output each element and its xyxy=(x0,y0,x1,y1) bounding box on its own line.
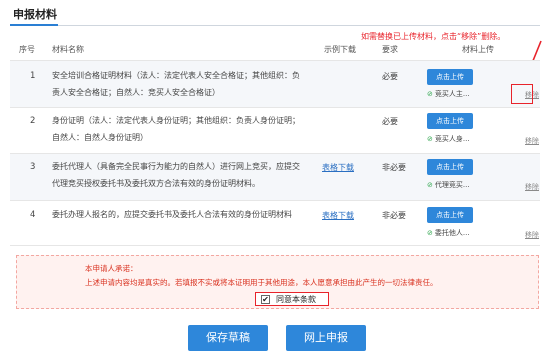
check-circle-icon: ⊘ xyxy=(427,181,433,189)
remove-link[interactable]: 移除 xyxy=(525,230,539,240)
uploaded-file-name: 代理竞买... xyxy=(434,181,470,189)
agree-checkbox[interactable]: ✔ 同意本条款 xyxy=(255,292,329,306)
remove-link[interactable]: 移除 xyxy=(525,136,539,146)
uploaded-file[interactable]: ⊘ 竞买人主... xyxy=(427,89,470,99)
section-title: 申报材料 xyxy=(13,8,57,21)
header-download: 示例下载 xyxy=(324,45,356,54)
material-name: 身份证明（法人：法定代表人身份证明；其他组织：负责人身份证明；自然人：自然人身份… xyxy=(52,116,300,142)
table-header: 序号 材料名称 示例下载 要求 材料上传 xyxy=(10,40,540,60)
row-num: 2 xyxy=(30,116,36,126)
upload-button[interactable]: 点击上传 xyxy=(427,69,473,85)
requirement: 非必要 xyxy=(382,211,406,220)
agree-label: 同意本条款 xyxy=(276,295,316,304)
save-draft-button[interactable]: 保存草稿 xyxy=(188,325,268,351)
table-row: 2 身份证明（法人：法定代表人身份证明；其他组织：负责人身份证明；自然人：自然人… xyxy=(10,107,540,153)
sample-download-link[interactable]: 表格下载 xyxy=(322,162,354,173)
table-row: 1 安全培训合格证明材料（法人：法定代表人安全合格证；其他组织：负责人安全合格证… xyxy=(10,60,540,107)
upload-button[interactable]: 点击上传 xyxy=(427,207,473,223)
uploaded-file-name: 竞买人主... xyxy=(434,90,470,98)
header-name: 材料名称 xyxy=(52,45,84,54)
check-circle-icon: ⊘ xyxy=(427,135,433,143)
pledge-text: 上述申请内容均是真实的。若填报不实或将本证明用于其他用途，本人愿意承担由此产生的… xyxy=(85,278,438,287)
uploaded-file[interactable]: ⊘ 代理竞买... xyxy=(427,180,470,190)
header-require: 要求 xyxy=(382,45,398,54)
remove-link[interactable]: 移除 xyxy=(525,182,539,192)
check-circle-icon: ⊘ xyxy=(427,90,433,98)
material-name: 委托代理人（具备完全民事行为能力的自然人）进行网上竞买，应提交代理竞买授权委托书… xyxy=(52,162,300,188)
uploaded-file[interactable]: ⊘ 委托他人... xyxy=(427,228,470,238)
requirement: 必要 xyxy=(382,72,398,81)
requirement: 必要 xyxy=(382,117,398,126)
upload-button[interactable]: 点击上传 xyxy=(427,159,473,175)
row-num: 3 xyxy=(30,162,36,172)
pledge-title: 本申请人承诺： xyxy=(85,264,138,273)
material-name: 委托办理人报名的，应提交委托书及委托人合法有效的身份证明材料 xyxy=(52,210,292,219)
check-circle-icon: ⊘ xyxy=(427,229,433,237)
header-num: 序号 xyxy=(19,45,35,54)
submit-online-button[interactable]: 网上申报 xyxy=(286,325,366,351)
remove-highlight-box xyxy=(511,84,533,104)
sample-download-link[interactable]: 表格下载 xyxy=(322,210,354,221)
uploaded-file[interactable]: ⊘ 竞买人身... xyxy=(427,134,470,144)
material-name: 安全培训合格证明材料（法人：法定代表人安全合格证；其他组织：负责人安全合格证；自… xyxy=(52,71,300,97)
uploaded-file-name: 委托他人... xyxy=(434,229,470,237)
table-row: 4 委托办理人报名的，应提交委托书及委托人合法有效的身份证明材料 表格下载 非必… xyxy=(10,200,540,246)
header-upload: 材料上传 xyxy=(462,45,494,54)
requirement: 非必要 xyxy=(382,163,406,172)
upload-button[interactable]: 点击上传 xyxy=(427,113,473,129)
row-num: 1 xyxy=(30,71,36,81)
section-title-underline xyxy=(10,24,540,26)
checkmark-icon[interactable]: ✔ xyxy=(261,295,270,304)
row-num: 4 xyxy=(30,210,36,220)
uploaded-file-name: 竞买人身... xyxy=(434,135,470,143)
pledge-panel: 本申请人承诺： 上述申请内容均是真实的。若填报不实或将本证明用于其他用途，本人愿… xyxy=(16,255,539,309)
table-row: 3 委托代理人（具备完全民事行为能力的自然人）进行网上竞买，应提交代理竞买授权委… xyxy=(10,153,540,200)
